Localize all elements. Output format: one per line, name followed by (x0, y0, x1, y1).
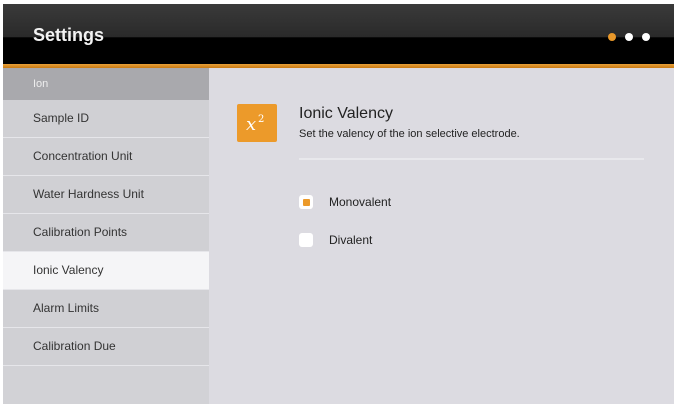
sidebar-item-calibration-points[interactable]: Calibration Points (3, 214, 209, 252)
sidebar-item-alarm-limits[interactable]: Alarm Limits (3, 290, 209, 328)
svg-text:2: 2 (258, 114, 264, 125)
device-screen: Settings Ion Sample ID Concentration Uni… (3, 4, 674, 404)
settings-panel: x 2 Ionic Valency Set the valency of the… (209, 68, 674, 404)
page-dot-1[interactable] (608, 33, 616, 41)
sidebar-item-calibration-due[interactable]: Calibration Due (3, 328, 209, 366)
header-bar: Settings (3, 4, 674, 64)
radio-divalent[interactable] (299, 233, 313, 247)
x-squared-icon: x 2 (237, 104, 277, 142)
radio-selected-indicator (302, 198, 310, 206)
radio-monovalent[interactable] (299, 195, 313, 209)
sidebar-item-ionic-valency[interactable]: Ionic Valency (3, 252, 209, 290)
page-dot-3[interactable] (642, 33, 650, 41)
sidebar-item-water-hardness-unit[interactable]: Water Hardness Unit (3, 176, 209, 214)
option-monovalent[interactable]: Monovalent (299, 193, 391, 211)
option-divalent[interactable]: Divalent (299, 231, 372, 249)
setting-description: Set the valency of the ion selective ele… (299, 128, 520, 140)
page-dot-2[interactable] (625, 33, 633, 41)
page-title: Settings (33, 25, 105, 45)
sidebar-section-header: Ion (3, 68, 209, 100)
option-label-divalent: Divalent (329, 233, 373, 247)
divider (299, 158, 644, 160)
option-label-monovalent: Monovalent (329, 195, 392, 209)
sidebar-item-sample-id[interactable]: Sample ID (3, 100, 209, 138)
sidebar: Ion Sample ID Concentration Unit Water H… (3, 68, 209, 404)
sidebar-item-concentration-unit[interactable]: Concentration Unit (3, 138, 209, 176)
setting-title: Ionic Valency (299, 105, 393, 122)
svg-text:x: x (246, 114, 256, 135)
page-indicator (608, 33, 650, 41)
